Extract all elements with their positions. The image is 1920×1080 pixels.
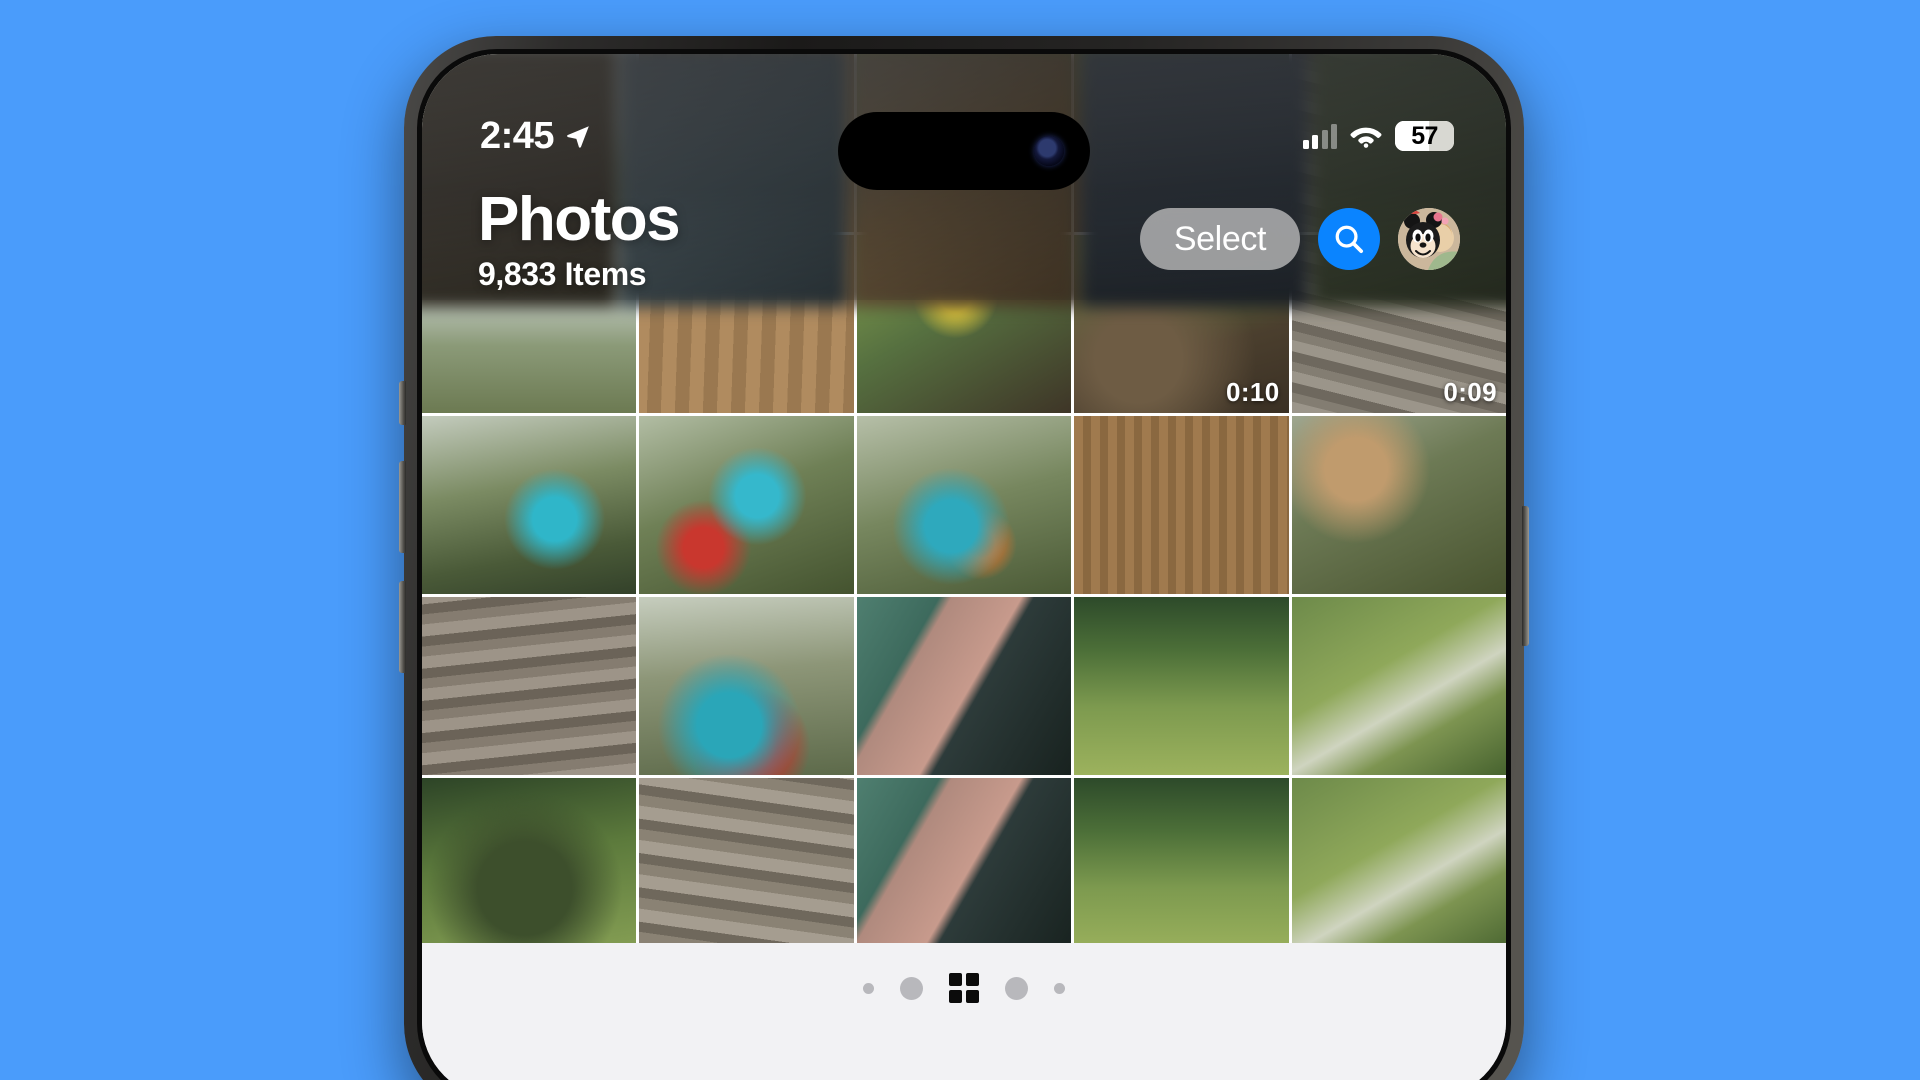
battery-percent-label: 57 (1411, 122, 1438, 151)
photo-thumbnail[interactable] (857, 778, 1071, 956)
pager-grid-active[interactable] (949, 973, 979, 1003)
cellular-signal-icon (1303, 124, 1338, 149)
photo-thumbnail[interactable] (639, 778, 853, 956)
device-bezel: 0:10 0:09 (417, 49, 1511, 1080)
photo-thumbnail[interactable] (1292, 416, 1506, 594)
phone-screen: 0:10 0:09 (422, 54, 1506, 1080)
search-button[interactable] (1318, 208, 1380, 270)
photo-thumbnail[interactable] (639, 416, 853, 594)
mute-switch-button[interactable] (399, 381, 406, 425)
search-icon (1332, 222, 1366, 256)
photo-thumbnail[interactable] (1074, 597, 1288, 775)
photo-thumbnail[interactable] (422, 416, 636, 594)
wifi-icon (1350, 124, 1382, 148)
photo-thumbnail[interactable] (857, 416, 1071, 594)
video-duration-label: 0:09 (1443, 377, 1497, 408)
nav-actions: Select (1140, 208, 1460, 270)
photo-thumbnail[interactable] (1292, 597, 1506, 775)
select-button[interactable]: Select (1140, 208, 1300, 270)
photo-thumbnail[interactable] (1292, 778, 1506, 956)
battery-indicator: 57 (1395, 121, 1454, 151)
video-duration-label: 0:10 (1226, 377, 1280, 408)
photo-thumbnail[interactable] (422, 597, 636, 775)
iphone-device-frame: 0:10 0:09 (404, 36, 1524, 1080)
status-bar-right: 57 (1303, 121, 1455, 151)
pager-dot-5[interactable] (1054, 983, 1065, 994)
photo-thumbnail[interactable] (639, 597, 853, 775)
bottom-toolbar (422, 943, 1506, 1080)
photo-thumbnail[interactable] (1074, 416, 1288, 594)
title-block: Photos 9,833 Items (478, 187, 679, 293)
pager-dot-4[interactable] (1005, 977, 1028, 1000)
page-title: Photos (478, 187, 679, 252)
avatar-image (1398, 208, 1460, 270)
navigation-bar: Photos 9,833 Items Select (422, 172, 1506, 300)
photo-thumbnail[interactable] (857, 597, 1071, 775)
front-camera-icon (1034, 136, 1064, 166)
item-count-label: 9,833 Items (478, 256, 679, 293)
view-pager[interactable] (863, 973, 1065, 1003)
status-bar-left: 2:45 (480, 115, 591, 158)
photo-thumbnail[interactable] (1074, 778, 1288, 956)
photo-thumbnail[interactable] (422, 778, 636, 956)
pager-dot-1[interactable] (863, 983, 874, 994)
side-power-button[interactable] (1522, 506, 1529, 646)
volume-down-button[interactable] (399, 581, 406, 673)
volume-up-button[interactable] (399, 461, 406, 553)
profile-avatar[interactable] (1398, 208, 1460, 270)
location-arrow-icon (565, 123, 591, 149)
pager-dot-2[interactable] (900, 977, 923, 1000)
status-clock: 2:45 (480, 115, 554, 158)
